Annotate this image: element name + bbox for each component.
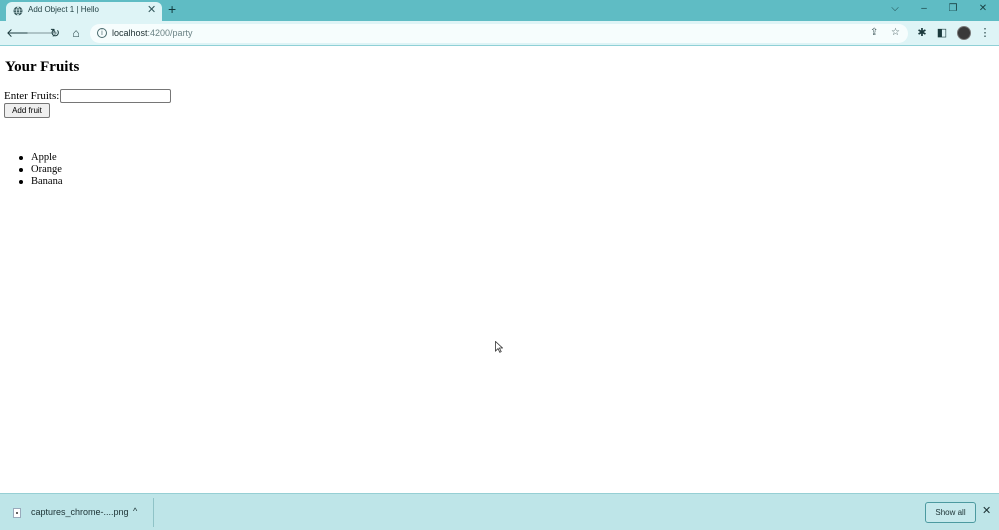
- profile-avatar[interactable]: [957, 26, 971, 40]
- tab-search-icon[interactable]: ⌵: [887, 2, 903, 16]
- url-text[interactable]: localhost:4200/party: [112, 28, 193, 38]
- menu-icon[interactable]: ⋮: [978, 26, 992, 40]
- window-close-button[interactable]: ✕: [975, 2, 991, 16]
- minimize-button[interactable]: –: [916, 2, 932, 16]
- page-content: Your Fruits Enter Fruits: Add fruit Appl…: [0, 47, 999, 493]
- file-icon: [13, 508, 21, 518]
- bookmark-star-icon[interactable]: ☆: [891, 26, 900, 40]
- fruit-input[interactable]: [60, 89, 171, 103]
- list-item: Banana: [19, 176, 63, 188]
- forward-icon[interactable]: 🡒: [26, 25, 58, 41]
- browser-tab[interactable]: Add Object 1 | Hello ✕: [6, 2, 162, 21]
- download-bar: captures_chrome-....png ^ Show all ✕: [0, 493, 999, 530]
- side-panel-icon[interactable]: ◧: [935, 26, 949, 40]
- tab-close-icon[interactable]: ✕: [147, 3, 156, 18]
- globe-icon: [13, 6, 23, 16]
- mouse-cursor-icon: [495, 341, 503, 353]
- download-bar-close-icon[interactable]: ✕: [982, 504, 991, 518]
- divider: [153, 498, 154, 527]
- back-icon[interactable]: 🡐: [6, 25, 38, 41]
- download-file-name[interactable]: captures_chrome-....png: [31, 507, 129, 517]
- url-host: localhost: [112, 28, 148, 38]
- tab-strip: Add Object 1 | Hello ✕ + ⌵ – ❐ ✕: [0, 0, 999, 21]
- share-icon[interactable]: ⇪: [870, 26, 878, 40]
- fruit-input-label: Enter Fruits:: [4, 90, 60, 102]
- list-item: Apple: [19, 152, 63, 164]
- browser-toolbar: 🡐 🡒 ↻ ⌂ i localhost:4200/party ⇪ ☆ ✱ ◧ ⋮: [0, 21, 999, 46]
- fruit-list: Apple Orange Banana: [19, 152, 63, 188]
- site-info-icon[interactable]: i: [97, 28, 107, 38]
- restore-button[interactable]: ❐: [945, 2, 961, 16]
- list-item: Orange: [19, 164, 63, 176]
- address-bar[interactable]: i localhost:4200/party ⇪ ☆: [90, 24, 908, 43]
- home-icon[interactable]: ⌂: [68, 25, 84, 41]
- tab-title: Add Object 1 | Hello: [28, 5, 100, 14]
- url-path: :4200/party: [147, 28, 193, 38]
- reload-icon[interactable]: ↻: [47, 25, 63, 41]
- add-fruit-button[interactable]: Add fruit: [4, 103, 50, 118]
- new-tab-button[interactable]: +: [168, 1, 176, 18]
- page-title: Your Fruits: [5, 59, 80, 75]
- show-all-button[interactable]: Show all: [925, 502, 976, 523]
- extensions-icon[interactable]: ✱: [915, 26, 929, 40]
- chevron-up-icon[interactable]: ^: [133, 504, 137, 518]
